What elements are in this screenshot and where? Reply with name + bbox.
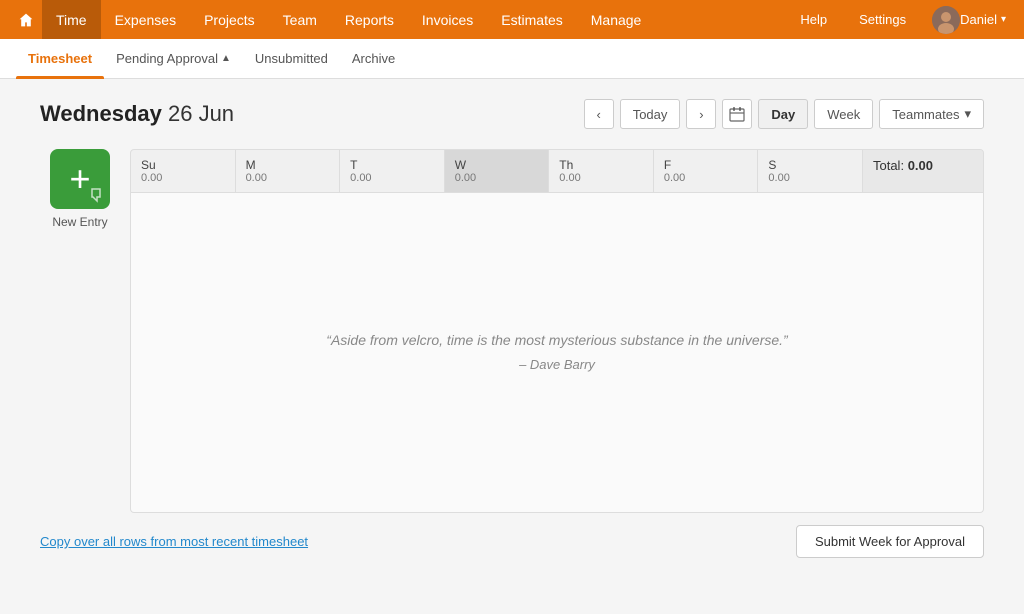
grid-total: Total: 0.00 (863, 150, 983, 192)
nav-item-time[interactable]: Time (42, 0, 101, 39)
submit-week-button[interactable]: Submit Week for Approval (796, 525, 984, 558)
empty-state-message: “Aside from velcro, time is the most mys… (326, 328, 787, 377)
today-button[interactable]: Today (620, 99, 681, 129)
nav-item-reports[interactable]: Reports (331, 0, 408, 39)
grid-col-f: F 0.00 (654, 150, 759, 192)
tab-archive[interactable]: Archive (340, 39, 407, 79)
nav-item-team[interactable]: Team (269, 0, 331, 39)
week-view-button[interactable]: Week (814, 99, 873, 129)
new-entry-icon: + (50, 149, 110, 209)
new-entry-label: New Entry (52, 215, 107, 229)
grid-col-s: S 0.00 (758, 150, 863, 192)
sub-navigation: Timesheet Pending Approval ▲ Unsubmitted… (0, 39, 1024, 79)
nav-user-menu[interactable]: Daniel ▾ (924, 0, 1014, 39)
pending-dot: ▲ (221, 53, 231, 64)
teammates-button[interactable]: Teammates ▾ (879, 99, 984, 129)
nav-item-invoices[interactable]: Invoices (408, 0, 487, 39)
date-controls: ‹ Today › Day Week Teammates ▾ (584, 99, 984, 129)
tab-pending-approval[interactable]: Pending Approval ▲ (104, 39, 243, 79)
day-view-button[interactable]: Day (758, 99, 808, 129)
grid-col-th: Th 0.00 (549, 150, 654, 192)
grid-header: Su 0.00 M 0.00 T 0.00 W 0.00 Th 0.00 (130, 149, 984, 193)
nav-help[interactable]: Help (786, 0, 841, 39)
footer-actions: Copy over all rows from most recent time… (40, 525, 984, 578)
timesheet-container: + New Entry Su 0.00 M 0.00 T 0 (40, 149, 984, 513)
nav-username: Daniel (960, 12, 997, 27)
nav-settings[interactable]: Settings (845, 0, 920, 39)
calendar-button[interactable] (722, 99, 752, 129)
date-title: Wednesday 26 Jun (40, 101, 234, 127)
home-button[interactable] (10, 0, 42, 39)
grid-col-w: W 0.00 (445, 150, 550, 192)
date-header: Wednesday 26 Jun ‹ Today › Day Week Team… (40, 99, 984, 129)
prev-button[interactable]: ‹ (584, 99, 614, 129)
copy-rows-link[interactable]: Copy over all rows from most recent time… (40, 534, 308, 549)
nav-item-estimates[interactable]: Estimates (487, 0, 576, 39)
grid-col-su: Su 0.00 (131, 150, 236, 192)
tab-unsubmitted[interactable]: Unsubmitted (243, 39, 340, 79)
weekly-grid: Su 0.00 M 0.00 T 0.00 W 0.00 Th 0.00 (130, 149, 984, 513)
main-content: Wednesday 26 Jun ‹ Today › Day Week Team… (0, 79, 1024, 598)
nav-item-manage[interactable]: Manage (577, 0, 656, 39)
avatar (932, 6, 960, 34)
nav-item-projects[interactable]: Projects (190, 0, 269, 39)
new-entry-button[interactable]: + New Entry (40, 149, 120, 229)
top-navigation: Time Expenses Projects Team Reports Invo… (0, 0, 1024, 39)
grid-body: “Aside from velcro, time is the most mys… (130, 193, 984, 513)
grid-col-t: T 0.00 (340, 150, 445, 192)
teammates-chevron-icon: ▾ (964, 106, 971, 122)
nav-item-expenses[interactable]: Expenses (101, 0, 190, 39)
grid-col-m: M 0.00 (236, 150, 341, 192)
chevron-down-icon: ▾ (1001, 14, 1006, 25)
next-button[interactable]: › (686, 99, 716, 129)
tab-timesheet[interactable]: Timesheet (16, 39, 104, 79)
